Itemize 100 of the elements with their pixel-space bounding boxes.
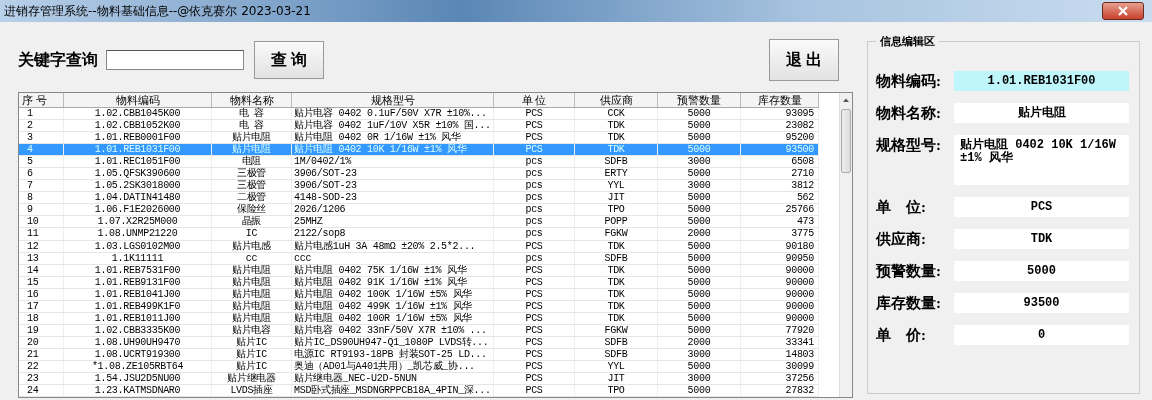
table-cell: LVDS插座 — [212, 385, 292, 397]
table-row[interactable]: 5 1.01.REC1051F00 电阻 1M/0402/1% pcs SDFB 3000 6508 — [19, 156, 819, 169]
table-cell: 93500 — [741, 144, 819, 156]
table-cell: 晶振 — [212, 216, 292, 228]
input-field[interactable]: 5000 — [954, 261, 1129, 281]
table-row[interactable]: 7 1.05.2SK3018000 三极管 3906/SOT-23 pcs YYL 3000 3812 — [19, 180, 819, 193]
table-row[interactable]: 21 1.08.UCRT919300 贴片IC 电源IC RT9193-18PB 封装SOT-25 LD... PCS SDFB 3000 14803 — [19, 348, 819, 361]
table-row[interactable]: 24 1.23.KATMSDNAR0 LVDS插座 MSD卧式插座_MSDNGRPPCB18A_4PIN_深... PCS TPO 5000 27832 — [19, 385, 819, 398]
table-cell: PCS — [494, 361, 575, 373]
table-cell: JIT — [575, 192, 658, 204]
text-area[interactable]: 贴片电阻 0402 10K 1/16W ±1% 风华 — [954, 135, 1129, 185]
scrollbar[interactable] — [839, 93, 852, 397]
table-cell: 贴片继电器_NEC-U2D-5NUN — [292, 373, 494, 385]
table-cell: 1.02.CBB1052K00 — [64, 120, 212, 132]
table-cell: FGKW — [575, 228, 658, 240]
table-row[interactable]: 22 *1.08.ZE105RBT64 贴片IC 奥迪（AD01与A401共用）_凯芯威_协... PCS YYL 5000 30099 — [19, 361, 819, 374]
search-button[interactable]: 查 询 — [254, 41, 324, 79]
table-cell: 6 — [19, 168, 64, 180]
table-row[interactable]: 12 1.03.LGS0102M00 贴片电感 贴片电感1uH 3A 48mΩ ±20% 2.5*2... PCS TDK 5000 90180 — [19, 240, 819, 253]
table-cell: 90000 — [741, 300, 819, 312]
table-cell: 90000 — [741, 288, 819, 300]
input-field[interactable]: 0 — [954, 325, 1129, 345]
column-header[interactable]: 供应商 — [575, 93, 658, 107]
table-cell: 5000 — [658, 216, 741, 228]
table-cell: TDK — [575, 240, 658, 252]
table-cell: 5000 — [658, 324, 741, 336]
table-cell: 27832 — [741, 385, 819, 397]
table-cell: 5000 — [658, 132, 741, 144]
input-field[interactable]: 贴片电阻 — [954, 103, 1129, 123]
table-row[interactable]: 11 1.08.UNMP21220 IC 2122/sop8 pcs FGKW 2000 3775 — [19, 228, 819, 241]
column-header[interactable]: 预警数量 — [658, 93, 741, 107]
column-header[interactable]: 序 号 — [19, 93, 64, 107]
table-row[interactable]: 16 1.01.REB1041J00 贴片电阻 贴片电阻 0402 100K 1/16W ±5% 风华 PCS TDK 5000 90000 — [19, 288, 819, 301]
search-field[interactable] — [106, 50, 244, 70]
table-cell: 贴片电阻 0402 100R 1/16W ±5% 风华 — [292, 312, 494, 324]
table-cell: 3000 — [658, 180, 741, 192]
table-cell: 三极管 — [212, 168, 292, 180]
scroll-thumb[interactable] — [841, 109, 851, 173]
table-cell: 贴片电阻 0402 499K 1/16W ±1% 风华 — [292, 300, 494, 312]
column-header[interactable]: 物料名称 — [212, 93, 292, 107]
table-cell: 1.08.UNMP21220 — [64, 228, 212, 240]
table-cell: PCS — [494, 312, 575, 324]
table-cell: PCS — [494, 373, 575, 385]
input-field[interactable]: PCS — [954, 197, 1129, 217]
table-cell: SDFB — [575, 252, 658, 264]
table-cell: 5000 — [658, 168, 741, 180]
table-row[interactable]: 8 1.04.DATIN41480 二极管 4148-SOD-23 pcs JIT 5000 562 — [19, 192, 819, 205]
table-cell: YYL — [575, 361, 658, 373]
table-cell: 77920 — [741, 324, 819, 336]
table-row[interactable]: 10 1.07.X2R25M000 晶振 25MHZ pcs POPP 5000 473 — [19, 216, 819, 229]
table-cell: 25MHZ — [292, 216, 494, 228]
table-row[interactable]: 2 1.02.CBB1052K00 电 容 贴片电容 0402 1uF/10V X5R ±10% 国... PCS TDK 5000 23082 — [19, 120, 819, 133]
table-row[interactable]: 13 1.1K11111 cc ccc pcs SDFB 5000 90950 — [19, 252, 819, 265]
table-row[interactable]: 18 1.01.REB1011J00 贴片电阻 贴片电阻 0402 100R 1/16W ±5% 风华 PCS TDK 5000 90000 — [19, 312, 819, 325]
table-row[interactable]: 9 1.06.F1E2026000 保险丝 2026/1206 pcs TPO 5000 25766 — [19, 204, 819, 217]
table-row[interactable]: 17 1.01.REB499K1F0 贴片电阻 贴片电阻 0402 499K 1/16W ±1% 风华 PCS TDK 5000 90000 — [19, 300, 819, 313]
input-field[interactable]: TDK — [954, 229, 1129, 249]
table-cell: TDK — [575, 312, 658, 324]
input-field[interactable]: 93500 — [954, 293, 1129, 313]
table-cell: 1.08.UH90UH9470 — [64, 336, 212, 348]
table-cell: 25766 — [741, 204, 819, 216]
table-cell: JIT — [575, 373, 658, 385]
column-header[interactable]: 单 位 — [494, 93, 575, 107]
table-cell: 3775 — [741, 228, 819, 240]
table-cell: 14803 — [741, 348, 819, 360]
table-cell: 5000 — [658, 120, 741, 132]
close-icon — [1118, 6, 1128, 16]
table-row[interactable]: 15 1.01.REB9131F00 贴片电阻 贴片电阻 0402 91K 1/16W ±1% 风华 PCS TDK 5000 90000 — [19, 276, 819, 289]
table-row[interactable]: 6 1.05.QFSK390600 三极管 3906/SOT-23 pcs ERTY 5000 2710 — [19, 168, 819, 181]
table-cell: 30099 — [741, 361, 819, 373]
table-cell: TDK — [575, 144, 658, 156]
table-cell: IC — [212, 228, 292, 240]
table-cell: PCS — [494, 288, 575, 300]
exit-button[interactable]: 退 出 — [769, 39, 839, 81]
table-cell: 5000 — [658, 288, 741, 300]
table-cell: 1.01.REB9131F00 — [64, 276, 212, 288]
table-cell: 贴片电感1uH 3A 48mΩ ±20% 2.5*2... — [292, 240, 494, 252]
table-cell: 贴片电容 0402 0.1uF/50V X7R ±10%... — [292, 108, 494, 120]
table-row[interactable]: 19 1.02.CBB3335K00 贴片电容 贴片电容 0402 33nF/50V X7R ±10% ... PCS FGKW 5000 77920 — [19, 324, 819, 337]
table-cell: 13 — [19, 252, 64, 264]
table-cell: 贴片IC — [212, 361, 292, 373]
table-cell: 3000 — [658, 348, 741, 360]
close-button[interactable] — [1102, 2, 1144, 20]
table-cell: PCS — [494, 108, 575, 120]
input-field[interactable]: 1.01.REB1031F00 — [954, 71, 1129, 91]
table-cell: 贴片电阻 — [212, 300, 292, 312]
table-cell: 贴片IC — [212, 348, 292, 360]
table-cell: 4 — [19, 144, 64, 156]
table-row[interactable]: 14 1.01.REB7531F00 贴片电阻 贴片电阻 0402 75K 1/16W ±1% 风华 PCS TDK 5000 90000 — [19, 264, 819, 277]
table-cell: 33341 — [741, 336, 819, 348]
table-row[interactable]: 20 1.08.UH90UH9470 贴片IC 贴片IC_DS90UH947-Q1_1080P LVDS转... PCS SDFB 2000 33341 — [19, 336, 819, 349]
scroll-up-icon[interactable] — [842, 97, 850, 103]
table-cell: 5000 — [658, 240, 741, 252]
table-cell: 18 — [19, 312, 64, 324]
column-header[interactable]: 物料编码 — [64, 93, 212, 107]
table-cell: TPO — [575, 204, 658, 216]
column-header[interactable]: 库存数量 — [741, 93, 819, 107]
table-cell: *1.08.ZE105RBT64 — [64, 361, 212, 373]
table-cell: 1.03.LGS0102M00 — [64, 240, 212, 252]
column-header[interactable]: 规格型号 — [292, 93, 494, 107]
